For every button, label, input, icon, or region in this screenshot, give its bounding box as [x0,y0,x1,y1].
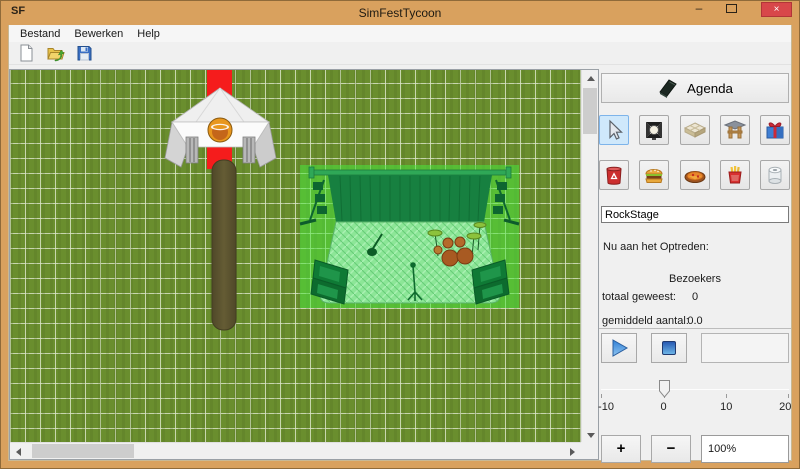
tool-grid [599,115,790,190]
menu-help[interactable]: Help [130,27,167,41]
tool-button-pizza-stand[interactable] [680,160,710,190]
gift-icon [763,118,787,142]
tool-button-burger-stand[interactable] [639,160,669,190]
slider-label-zero: 0 [661,401,667,413]
toilet-paper-icon [763,163,787,187]
tool-button-stage-platform[interactable] [680,115,710,145]
agenda-book-icon [657,77,679,99]
stage-truss [312,170,508,175]
horizontal-scrollbar[interactable] [10,442,581,459]
open-file-button[interactable] [43,43,67,64]
festival-canvas[interactable] [9,69,599,460]
transport-controls [601,333,789,363]
stage-placement-preview[interactable] [300,165,519,308]
maximize-button[interactable] [726,4,737,13]
scroll-up-icon[interactable] [587,76,595,81]
stop-icon [658,337,680,359]
zoom-level-field[interactable]: 100% [701,435,789,463]
new-file-button[interactable] [14,43,38,64]
menu-bar: Bestand Bewerken Help [9,25,791,42]
agenda-label: Agenda [687,81,733,96]
menu-bestand[interactable]: Bestand [13,27,67,41]
zoom-controls: + − 100% [601,435,789,463]
transport-display [701,333,789,363]
tool-button-trash-can[interactable] [599,160,629,190]
close-button[interactable]: × [761,2,792,17]
tent-speaker-right [243,137,255,163]
app-window: SF SimFestTycoon – × Bestand Bewerken He… [0,0,800,469]
tool-button-select[interactable] [599,115,629,145]
stop-button[interactable] [651,333,687,363]
new-file-icon [16,43,36,63]
dirt-path[interactable] [212,160,236,330]
agenda-button[interactable]: Agenda [601,73,789,103]
menu-bewerken[interactable]: Bewerken [67,27,130,41]
stage-platform-icon [683,118,707,142]
stat-average-row: gemiddeld aantal: 0.0 [599,315,791,327]
scrollbar-corner [581,442,598,459]
stage-name-input[interactable] [601,206,789,223]
burger-icon [642,163,666,187]
fries-icon [723,163,747,187]
cursor-icon [602,118,626,142]
window-body: Bestand Bewerken Help [8,25,792,461]
vertical-scroll-thumb[interactable] [583,88,597,134]
now-performing-label: Nu aan het Optreden: [603,241,709,253]
gate-icon [723,118,747,142]
scene-layer [10,70,581,444]
zoom-in-button[interactable]: + [601,435,641,463]
slider-label-max: 20 [779,401,791,413]
horizontal-scroll-thumb[interactable] [32,444,134,458]
play-icon [608,337,630,359]
toolbar [9,42,791,65]
tool-button-spotlight[interactable] [639,115,669,145]
grass-grid[interactable] [10,70,581,444]
slider-label-ten: 10 [720,401,732,413]
scroll-down-icon[interactable] [587,433,595,438]
slider-track[interactable] [601,389,789,390]
scroll-right-icon[interactable] [570,448,575,456]
spotlight-icon [642,118,666,142]
window-title: SimFestTycoon [1,6,799,20]
speed-slider[interactable]: -10 0 10 20 [601,377,789,419]
vertical-scrollbar[interactable] [581,70,598,444]
control-panel: Agenda [599,69,791,460]
main-content: Agenda [9,65,791,460]
slider-label-min: -10 [598,401,614,413]
visitors-header: Bezoekers [599,273,791,285]
stat-total-label: totaal geweest: [602,291,676,303]
pizza-icon [683,163,707,187]
panel-separator [599,328,791,329]
play-button[interactable] [601,333,637,363]
stat-total-row: totaal geweest: 0 [599,291,791,303]
tool-button-gift[interactable] [760,115,790,145]
trash-can-icon [602,163,626,187]
minimize-button[interactable]: – [691,1,707,17]
tool-button-entrance-gate[interactable] [720,115,750,145]
tool-button-fries-stand[interactable] [720,160,750,190]
tent-speaker-left [186,137,198,163]
slider-thumb[interactable] [659,380,670,401]
save-icon [74,43,94,63]
titlebar[interactable]: SF SimFestTycoon – × [1,1,799,25]
open-folder-icon [45,43,65,63]
slider-thumb-icon [659,380,670,398]
tool-button-toilet[interactable] [760,160,790,190]
stat-average-label: gemiddeld aantal: [602,315,689,327]
save-button[interactable] [72,43,96,64]
scroll-left-icon[interactable] [16,448,21,456]
zoom-out-button[interactable]: − [651,435,691,463]
